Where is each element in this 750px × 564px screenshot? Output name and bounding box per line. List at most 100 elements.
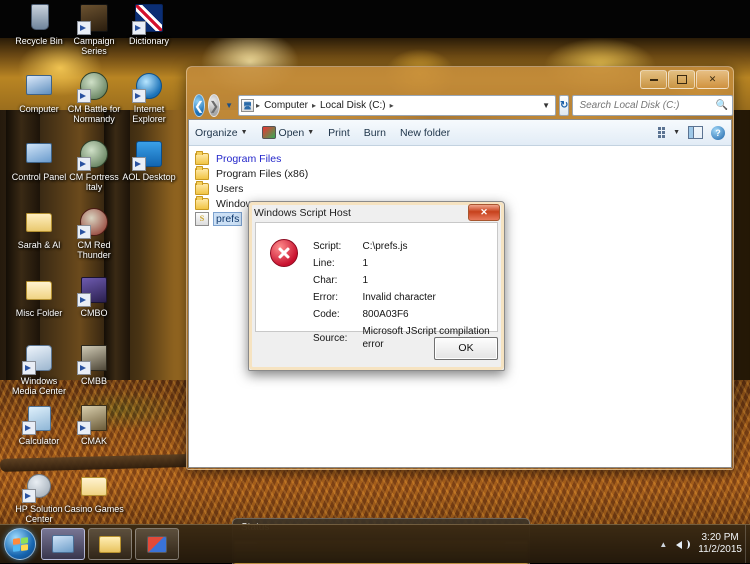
print-button[interactable]: Print: [328, 127, 350, 139]
internet-explorer-icon: [132, 70, 165, 103]
file-list-item[interactable]: Program Files (x86): [195, 165, 731, 181]
show-hidden-icons-icon[interactable]: ▲: [659, 540, 667, 549]
error-detail-row: Error: Invalid character: [312, 290, 495, 305]
desktop-icon-label: Campaign Series: [73, 36, 115, 56]
address-bar[interactable]: 🖥 ▸ Computer ▸ Local Disk (C:) ▸ ▼: [238, 95, 557, 116]
minimize-button[interactable]: [640, 70, 667, 89]
breadcrumb-separator-0: ▸: [256, 101, 261, 110]
organize-label: Organize: [195, 126, 238, 139]
recycle-bin-icon: [23, 2, 55, 34]
desktop-icon-dictionary[interactable]: Dictionary: [118, 2, 180, 46]
explorer-command-bar: Organize ▼ Open ▼ Print Burn New folder …: [189, 120, 731, 146]
file-list-item[interactable]: Program Files: [195, 150, 731, 166]
computer-window-icon: [52, 535, 74, 553]
folder-icon: [195, 180, 209, 195]
desktop-icon-windows-media-center[interactable]: Windows Media Center: [8, 342, 70, 396]
hp-solution-center-icon: [22, 470, 55, 503]
breadcrumb-separator-2[interactable]: ▸: [390, 101, 394, 110]
explorer-titlebar[interactable]: ✕: [188, 68, 732, 92]
organize-button[interactable]: Organize ▼: [195, 127, 248, 139]
dialog-close-button[interactable]: ✕: [468, 204, 500, 221]
computer-icon: [23, 70, 55, 102]
file-list-item[interactable]: Users: [195, 180, 731, 196]
desktop-icon-cmbb[interactable]: CMBB: [63, 342, 125, 386]
taskbar-paint-button[interactable]: [135, 528, 179, 560]
taskbar-computer-button[interactable]: [41, 528, 85, 560]
error-detail-value: 800A03F6: [362, 309, 409, 320]
taskbar[interactable]: ▲ 3:20 PM 11/2/2015: [0, 524, 750, 563]
folder-icon: [195, 165, 209, 180]
preview-pane-icon[interactable]: [688, 126, 703, 139]
volume-icon[interactable]: [676, 538, 691, 551]
desktop-icon-misc-folder[interactable]: Misc Folder: [8, 274, 70, 318]
desktop-icon-aol-desktop[interactable]: AOL Desktop: [118, 138, 180, 182]
dialog-titlebar[interactable]: Windows Script Host ✕: [251, 204, 502, 221]
print-label: Print: [328, 126, 350, 139]
cmbo-icon: [77, 274, 110, 307]
system-tray: ▲ 3:20 PM 11/2/2015: [659, 532, 750, 556]
desktop-icon-cm-battle-for-normandy[interactable]: CM Battle for Normandy: [63, 70, 125, 124]
dialog-content: Script: C:\prefs.js Line: 1 Char: 1 Error: Inva…: [255, 222, 498, 350]
breadcrumb-local-disk[interactable]: Local Disk (C:): [318, 100, 388, 111]
dialog-title: Windows Script Host: [254, 206, 351, 219]
search-input[interactable]: [577, 99, 716, 112]
desktop-icon-control-panel[interactable]: Control Panel: [8, 138, 70, 182]
burn-label: Burn: [363, 126, 386, 139]
desktop-icon-calculator[interactable]: Calculator: [8, 402, 70, 446]
taskbar-explorer-button[interactable]: [88, 528, 132, 560]
cmak-icon: [77, 402, 110, 435]
open-button[interactable]: Open ▼: [261, 126, 314, 139]
desktop-icon-casino-games-folder[interactable]: Casino Games: [63, 470, 125, 514]
desktop-icon-hp-solution-center[interactable]: HP Solution Center: [8, 470, 70, 524]
back-button[interactable]: ❮: [193, 94, 206, 117]
desktop-icon-sarah-and-al-folder[interactable]: Sarah & Al: [8, 206, 70, 250]
file-name: Users: [216, 182, 244, 195]
forward-button[interactable]: ❯: [208, 94, 221, 117]
desktop-icon-cm-fortress-italy[interactable]: CM Fortress Italy: [63, 138, 125, 192]
desktop-icon-campaign-series[interactable]: Campaign Series: [63, 2, 125, 56]
new-folder-button[interactable]: New folder: [400, 127, 450, 139]
command-bar-right-group: ▼ ?: [658, 125, 725, 140]
close-button[interactable]: ✕: [696, 70, 729, 89]
desktop-icon-cm-red-thunder[interactable]: CM Red Thunder: [63, 206, 125, 260]
new-folder-label: New folder: [399, 126, 451, 139]
aol-desktop-icon: [132, 138, 165, 171]
desktop-icon-label: CM Battle for Normandy: [67, 104, 121, 124]
windows-media-center-icon: [22, 342, 55, 375]
show-desktop-button[interactable]: [745, 525, 750, 563]
paint-icon: [147, 535, 167, 553]
change-view-icon[interactable]: [658, 127, 666, 138]
desktop-icon-computer[interactable]: Computer: [8, 70, 70, 114]
search-box[interactable]: 🔍: [572, 95, 733, 116]
desktop-icon-label: Computer: [19, 104, 59, 114]
address-history-dropdown[interactable]: ▼: [542, 101, 553, 110]
view-chevron-down-icon[interactable]: ▼: [673, 129, 680, 136]
desktop-icon-cmbo[interactable]: CMBO: [63, 274, 125, 318]
desktop-icon-internet-explorer[interactable]: Internet Explorer: [118, 70, 180, 124]
clock[interactable]: 3:20 PM 11/2/2015: [698, 532, 744, 556]
windows-script-host-dialog[interactable]: Windows Script Host ✕ Script: C:\prefs.js…: [248, 201, 505, 371]
shortcut-arrow-icon: [77, 293, 91, 307]
recent-pages-dropdown[interactable]: ▼: [223, 101, 235, 110]
help-icon[interactable]: ?: [711, 125, 725, 140]
cmbb-icon: [77, 342, 110, 375]
error-detail-label: Char:: [313, 275, 338, 286]
breadcrumb-computer[interactable]: Computer: [262, 100, 310, 111]
shortcut-arrow-icon: [132, 21, 146, 35]
error-detail-row: Code: 800A03F6: [312, 307, 495, 322]
control-panel-icon: [23, 138, 55, 170]
ok-button[interactable]: OK: [434, 336, 498, 360]
open-with-icon: [261, 126, 276, 139]
error-detail-value: 1: [362, 258, 369, 269]
desktop-icon-recycle-bin[interactable]: Recycle Bin: [8, 2, 70, 46]
campaign-series-icon: [77, 2, 110, 35]
burn-button[interactable]: Burn: [364, 127, 386, 139]
cm-red-thunder-icon: [77, 206, 110, 239]
shortcut-arrow-icon: [77, 421, 91, 435]
refresh-button[interactable]: ↻: [559, 95, 570, 116]
desktop-icon-cmak[interactable]: CMAK: [63, 402, 125, 446]
misc-folder-icon: [23, 274, 55, 306]
start-button[interactable]: [4, 528, 36, 560]
file-name: prefs: [213, 211, 243, 226]
maximize-button[interactable]: [668, 70, 695, 89]
